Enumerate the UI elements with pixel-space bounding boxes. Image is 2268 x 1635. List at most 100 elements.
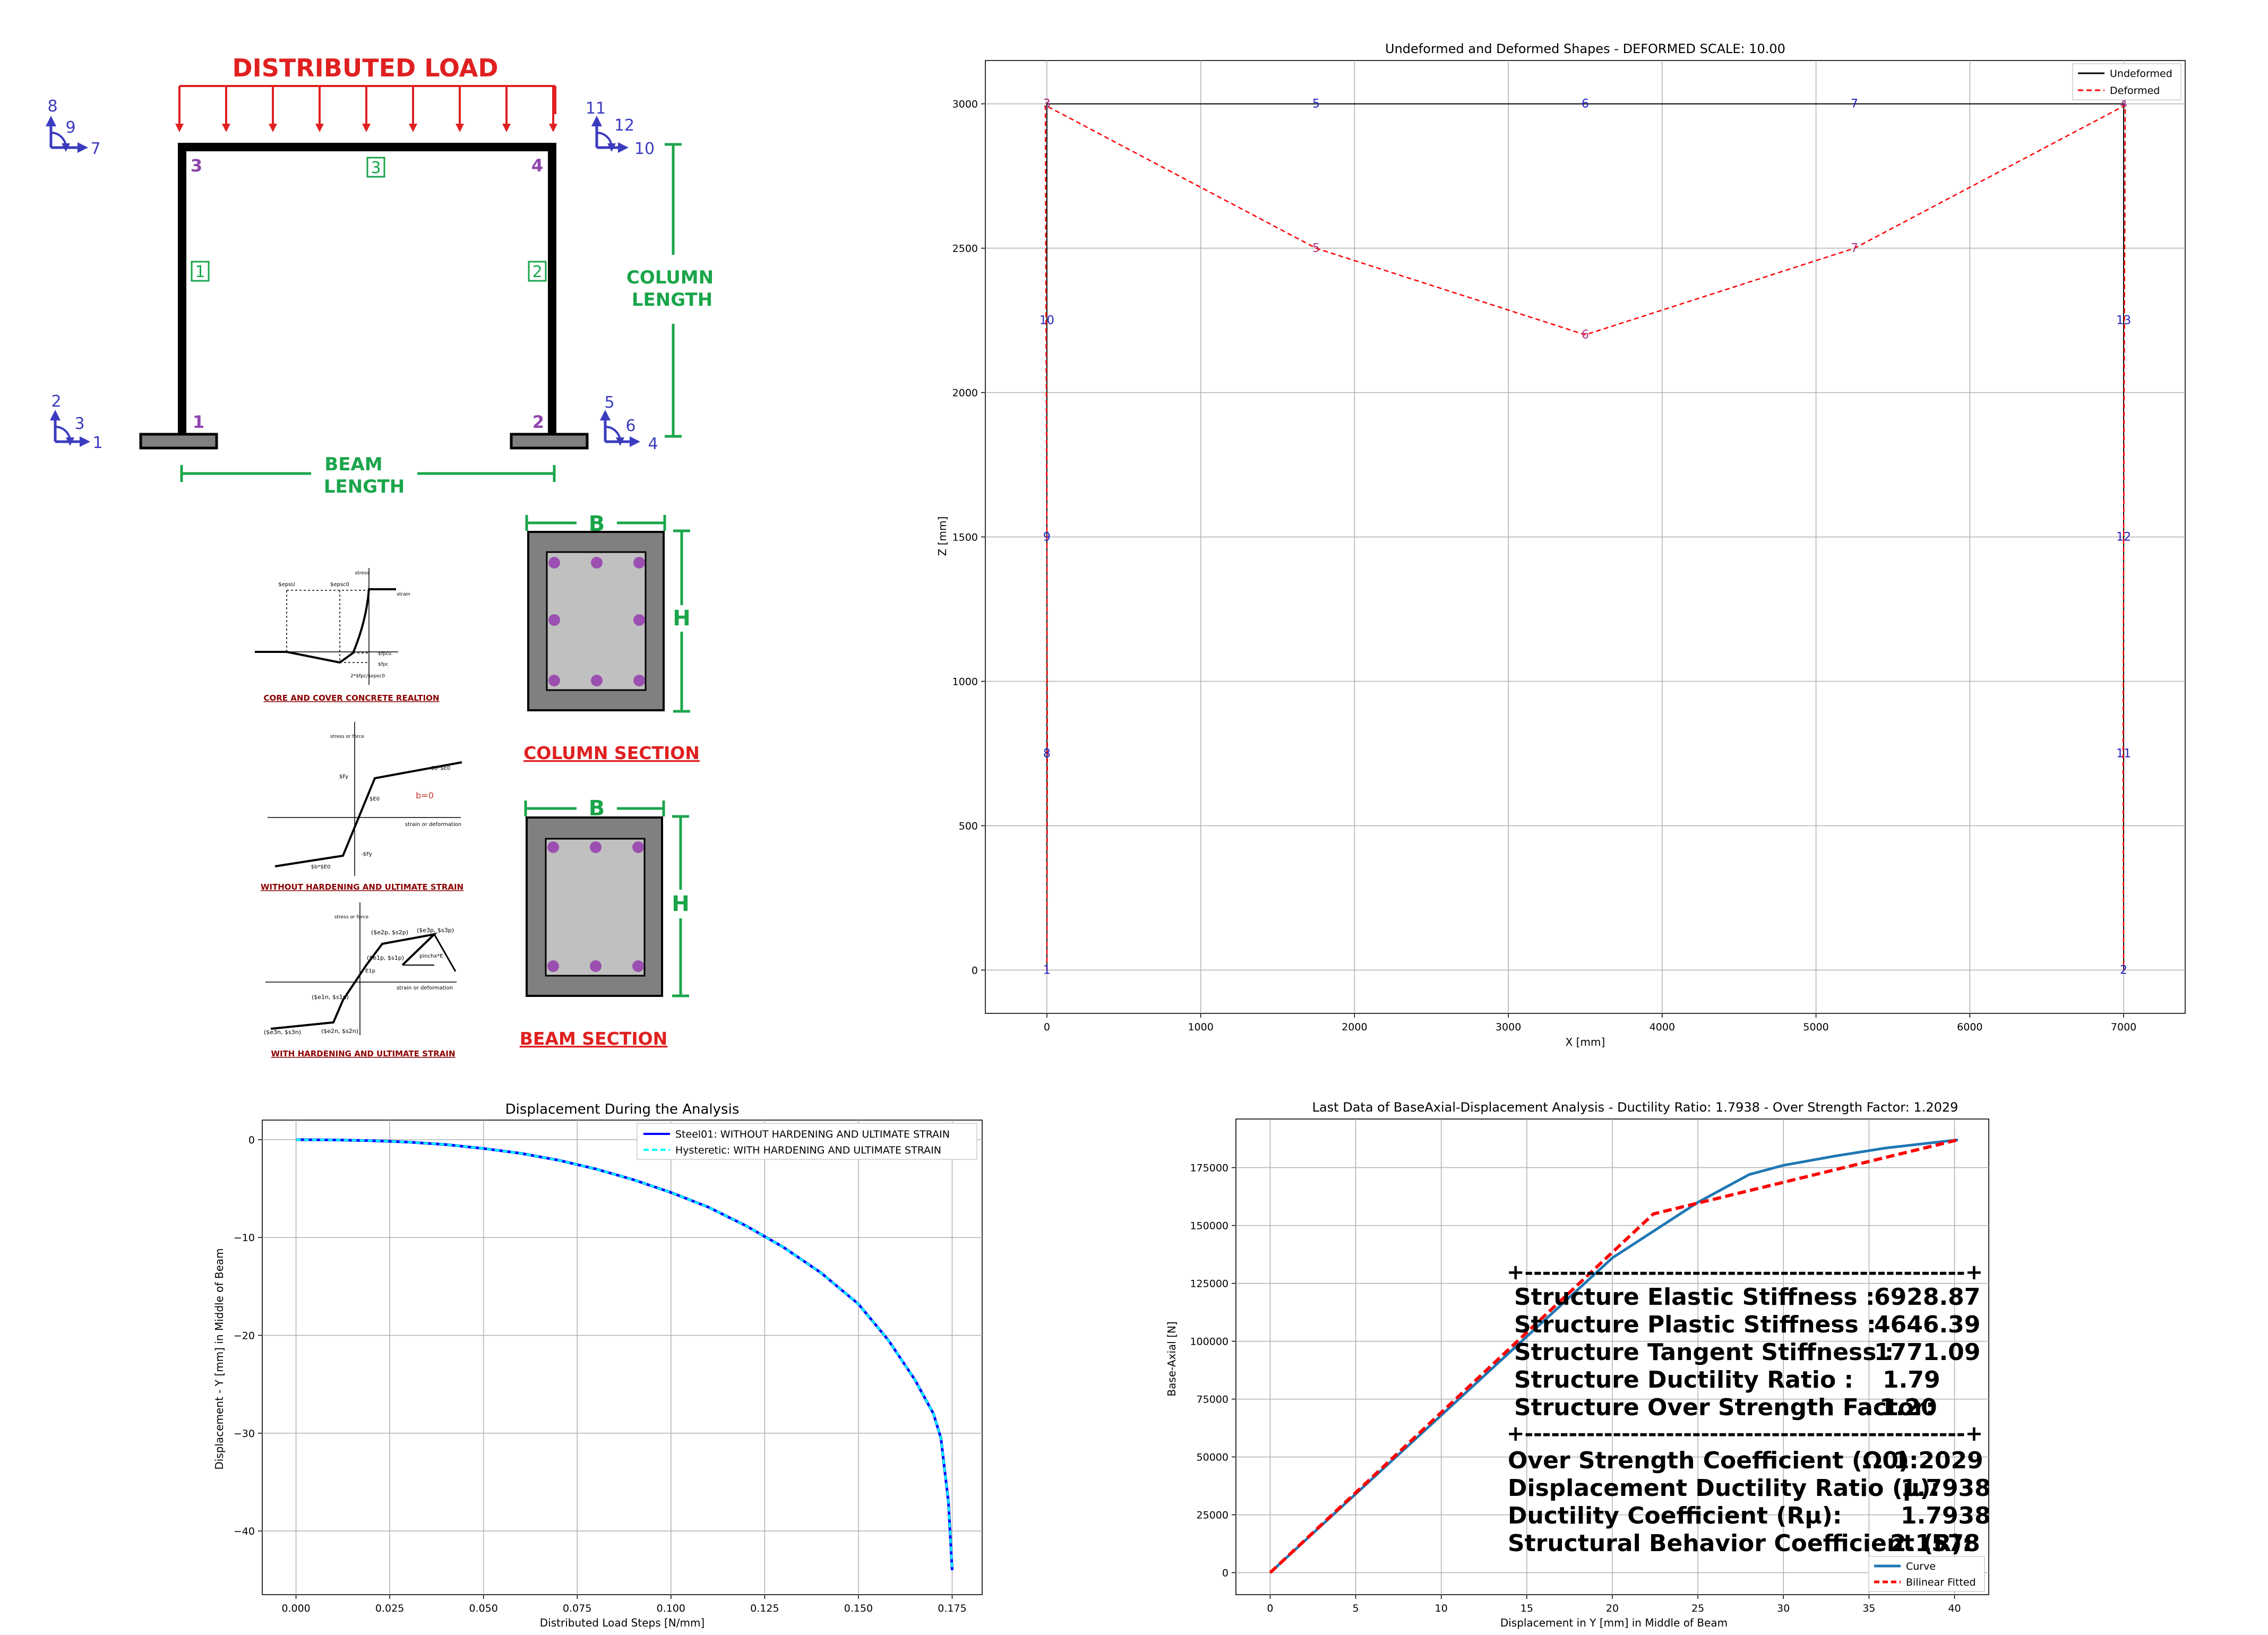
x-tick-label: 0.125 (750, 1603, 779, 1614)
hyst-label: stress or force (334, 915, 369, 920)
frame-diagram: DISTRIBUTED LOAD 1 2 3 4 1 2 3 COLUMN LE… (46, 54, 714, 497)
x-tick-label: 10 (1435, 1603, 1448, 1614)
dof-axes-node-2: 5 6 4 (600, 393, 658, 453)
legend-label: Curve (1906, 1561, 1936, 1572)
y-tick-label: 0 (248, 1134, 255, 1146)
steel-label: b=0 (416, 790, 434, 801)
node-label-4: 4 (531, 156, 543, 176)
summary-separator: +---------------------------------------… (1507, 1422, 1983, 1446)
node-label-1: 1 (193, 412, 204, 432)
x-tick-label: 0.100 (657, 1603, 685, 1614)
steel-label: strain or deformation (405, 822, 461, 828)
deformed-node-label: 7 (1851, 242, 1858, 255)
x-tick-label: 4000 (1650, 1021, 1675, 1033)
beam-length-label: BEAM (324, 454, 382, 475)
x-tick-label: 5 (1353, 1603, 1359, 1614)
column-length-label-2: LENGTH (632, 289, 712, 311)
legend-label: Undeformed (2110, 68, 2172, 80)
x-tick-label: 0.175 (938, 1603, 966, 1614)
y-tick-label: −20 (234, 1330, 255, 1342)
y-tick-label: 2500 (952, 243, 978, 255)
legend-label: Deformed (2110, 85, 2160, 97)
y-tick-label: 500 (959, 820, 978, 832)
x-tick-label: 3000 (1496, 1021, 1521, 1033)
y-tick-label: 1500 (952, 532, 978, 544)
displacement-analysis-chart: Displacement During the Analysis 0.000 0.… (213, 1102, 983, 1629)
node-label-3: 3 (191, 156, 202, 176)
concrete-label: 2*$fpc/$epsc0 (350, 674, 385, 679)
chart1-ylabel: Z [mm] (936, 517, 949, 556)
steel-label: -$Fy (361, 851, 372, 857)
legend-label: Steel01: WITHOUT HARDENING AND ULTIMATE … (675, 1129, 950, 1140)
column-length-label: COLUMN (626, 267, 714, 288)
coeff-label: Ductility Coefficient (Rμ): (1508, 1502, 1842, 1529)
x-tick-label: 0.150 (844, 1603, 873, 1614)
hyst-label: pinchx*E (419, 953, 443, 959)
hysteretic-caption: WITH HARDENING AND ULTIMATE STRAIN (271, 1049, 455, 1059)
figure-canvas: DISTRIBUTED LOAD 1 2 3 4 1 2 3 COLUMN LE… (46, 41, 2186, 1629)
y-tick-label: 150000 (1190, 1220, 1228, 1232)
y-tick-label: 0 (1222, 1568, 1228, 1579)
dof-label: 7 (90, 140, 100, 158)
x-tick-label: 0.075 (563, 1603, 591, 1614)
element-label-3: 3 (371, 159, 381, 177)
steel-label: stress or force (330, 734, 365, 739)
y-tick-label: 0 (972, 965, 978, 976)
undeformed-node-label: 13 (2116, 314, 2131, 328)
dof-label: 3 (74, 415, 84, 433)
undeformed-node-label: 5 (1312, 98, 1320, 111)
legend-label: Bilinear Fitted (1906, 1577, 1976, 1588)
concrete-label: strain (397, 592, 410, 597)
steel-label: $b*$E0 (311, 864, 331, 870)
summary-row-value: 1.20 (1879, 1394, 1937, 1421)
y-tick-label: 75000 (1197, 1394, 1228, 1406)
y-tick-label: 1000 (952, 676, 978, 687)
y-tick-label: −30 (234, 1428, 255, 1440)
dof-label: 4 (648, 435, 658, 453)
deformed-node-label: 3 (1043, 98, 1051, 111)
hyst-label: ($e3p, $s3p) (417, 927, 454, 934)
hyst-label: ($e2n, $s2n) (321, 1028, 358, 1035)
coeff-label: Displacement Ductility Ratio (μ): (1508, 1475, 1940, 1502)
x-tick-label: 35 (1862, 1603, 1875, 1614)
chart1-xlabel: X [mm] (1566, 1036, 1605, 1048)
chart2-ylabel: Displacement - Y [mm] in Middle of Beam (213, 1248, 226, 1469)
y-tick-label: 175000 (1190, 1163, 1228, 1174)
y-tick-label: 3000 (952, 99, 978, 110)
deformed-node-label: 6 (1582, 329, 1589, 342)
x-tick-label: 0.050 (469, 1603, 497, 1614)
concrete-label: $fpcu (378, 651, 391, 657)
chart2-xlabel: Distributed Load Steps [N/mm] (540, 1616, 705, 1629)
summary-row-value: 6928.87 (1874, 1284, 1980, 1311)
dof-label: 5 (604, 393, 614, 412)
concrete-label: $epsc0 (330, 582, 349, 588)
chart2-title: Displacement During the Analysis (505, 1102, 740, 1117)
beam-section: B H BEAM SECTION (520, 796, 690, 1049)
concrete-caption: CORE AND COVER CONCRETE REALTION (263, 693, 439, 703)
beam-core (545, 838, 646, 977)
dof-label: 1 (92, 434, 102, 452)
undeformed-node-label: 8 (1043, 747, 1051, 760)
node-label-2: 2 (532, 412, 544, 432)
dof-label: 12 (614, 116, 634, 135)
summary-box: +---------------------------------------… (1507, 1260, 1991, 1557)
dof-label: 10 (634, 140, 655, 158)
concrete-label: $fpc (378, 662, 389, 667)
beam-length-label-2: LENGTH (324, 476, 405, 497)
dof-label: 11 (586, 99, 606, 118)
coeff-value: 1.7938 (1901, 1502, 1991, 1529)
hyst-label: E1p (365, 968, 375, 974)
chart1-legend: Undeformed Deformed (2072, 63, 2181, 100)
summary-row-value: 1771.09 (1874, 1339, 1980, 1366)
coeff-label: Over Strength Coefficient (Ω0): (1508, 1447, 1919, 1474)
x-tick-label: 0 (1044, 1021, 1050, 1033)
element-label-2: 2 (532, 263, 542, 281)
concrete-label: stress (355, 571, 370, 576)
chart2-plot-area (262, 1120, 983, 1595)
load-arrows (175, 85, 557, 132)
summary-row-value: 4646.39 (1874, 1311, 1980, 1338)
dof-label: 9 (65, 118, 75, 137)
steel01-material-sketch: stress or force $b*$E0 $Fy $E0 b=0 strai… (261, 722, 463, 892)
x-tick-label: 2000 (1342, 1021, 1367, 1033)
summary-row-label: Structure Ductility Ratio : (1514, 1366, 1853, 1393)
